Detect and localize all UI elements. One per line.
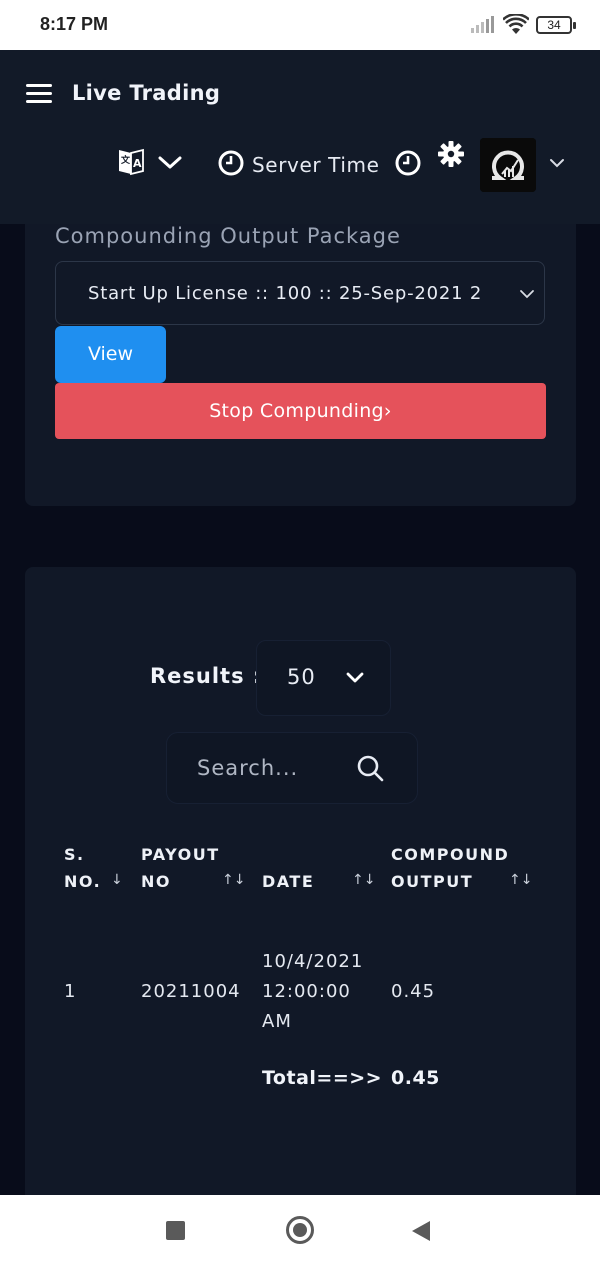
results-page-size-value: 50 xyxy=(287,665,316,689)
svg-text:文: 文 xyxy=(120,154,131,166)
app-header: Live Trading 文 A Server Time xyxy=(0,50,600,224)
cell-date: 10/4/2021 12:00:00 AM xyxy=(262,951,364,1032)
server-time-label: Server Time xyxy=(252,153,380,177)
status-bar: 8:17 PM 34 xyxy=(0,0,600,50)
translate-icon[interactable]: 文 A xyxy=(116,147,146,177)
chevron-down-icon xyxy=(346,672,364,683)
search-input[interactable] xyxy=(197,753,347,783)
search-box xyxy=(166,732,418,804)
package-select-value: Start Up License :: 100 :: 25-Sep-2021 2 xyxy=(88,283,483,304)
svg-text:A: A xyxy=(133,157,142,170)
wifi-icon xyxy=(503,14,529,34)
sort-icon[interactable]: ↓ xyxy=(111,872,123,888)
status-time: 8:17 PM xyxy=(40,14,109,34)
cell-sno: 1 xyxy=(64,981,77,1002)
home-icon[interactable] xyxy=(286,1216,314,1244)
clock-icon xyxy=(218,150,244,176)
package-select[interactable]: Start Up License :: 100 :: 25-Sep-2021 2 xyxy=(55,261,545,325)
battery-icon: 34 xyxy=(536,16,576,34)
hamburger-menu-icon[interactable] xyxy=(26,84,52,104)
column-header-sno[interactable]: S. NO. xyxy=(64,841,101,895)
results-page-size-select[interactable]: 50 xyxy=(256,640,391,716)
back-icon[interactable] xyxy=(412,1221,430,1241)
total-label: Total==>> xyxy=(262,1067,383,1089)
sort-icon[interactable]: ↑↓ xyxy=(222,872,245,888)
stop-compounding-button[interactable]: Stop Compunding› xyxy=(55,383,546,439)
chevron-down-icon[interactable] xyxy=(158,156,182,170)
package-label: Compounding Output Package xyxy=(55,224,401,248)
cell-payout-no: 20211004 xyxy=(141,981,241,1002)
page-title: Live Trading xyxy=(72,81,221,105)
system-nav-bar xyxy=(0,1195,600,1267)
avatar[interactable] xyxy=(480,138,536,192)
sort-icon[interactable]: ↑↓ xyxy=(352,872,375,888)
search-icon[interactable] xyxy=(355,753,385,783)
sort-icon[interactable]: ↑↓ xyxy=(509,872,532,888)
column-header-compound-output[interactable]: COMPOUND OUTPUT xyxy=(391,841,509,895)
chevron-down-icon xyxy=(520,290,534,299)
view-button[interactable]: View xyxy=(55,326,166,383)
column-header-payout-no[interactable]: PAYOUT NO xyxy=(141,841,220,895)
avatar-logo xyxy=(480,138,536,192)
recent-apps-icon[interactable] xyxy=(166,1221,185,1240)
clock-icon xyxy=(395,150,421,176)
settings-gear-icon[interactable] xyxy=(437,140,465,168)
chevron-down-icon[interactable] xyxy=(549,158,565,168)
signal-icon xyxy=(471,16,494,33)
column-header-date[interactable]: DATE xyxy=(262,868,314,895)
results-label: Results : xyxy=(150,664,263,688)
total-value: 0.45 xyxy=(391,1067,440,1089)
cell-compound-output: 0.45 xyxy=(391,981,436,1002)
